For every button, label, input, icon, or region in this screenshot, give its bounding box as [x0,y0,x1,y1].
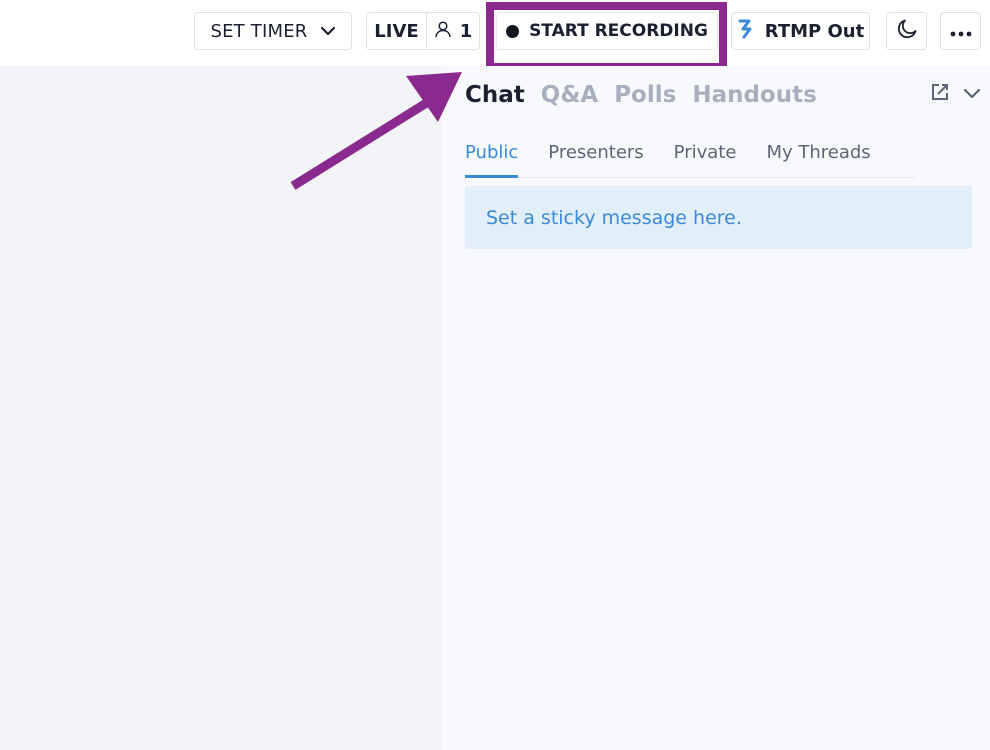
chevron-down-icon[interactable] [962,85,982,104]
panel-controls [930,82,982,106]
chevron-down-icon [320,26,336,36]
tab-chat[interactable]: Chat [465,82,525,108]
live-button[interactable]: LIVE [367,13,427,49]
more-options-button[interactable] [940,12,981,50]
panel-tabs: Chat Q&A Polls Handouts [465,82,817,108]
annotation-highlight-box [486,2,727,71]
viewer-count-button[interactable]: 1 [427,13,479,49]
more-horizontal-icon [950,21,972,42]
moon-icon [896,18,918,45]
set-timer-button[interactable]: SET TIMER [194,12,352,50]
top-toolbar: SET TIMER LIVE 1 START RECORDING RTMP Ou… [0,0,990,71]
chat-subtabs: Public Presenters Private My Threads [465,142,917,178]
subtab-public[interactable]: Public [465,142,519,178]
stage-area [0,66,441,750]
viewer-count: 1 [459,20,473,42]
subtab-private[interactable]: Private [674,142,737,178]
live-status-group: LIVE 1 [366,12,480,50]
user-icon [434,20,452,43]
tab-polls[interactable]: Polls [614,82,676,108]
sticky-message-input[interactable]: Set a sticky message here. [465,186,972,249]
tab-handouts[interactable]: Handouts [692,82,816,108]
external-link-icon[interactable] [930,82,950,106]
rtmp-icon [737,18,755,45]
subtab-presenters[interactable]: Presenters [548,142,643,178]
rtmp-out-label: RTMP Out [764,20,865,42]
theme-toggle-button[interactable] [886,12,927,50]
chat-panel: Chat Q&A Polls Handouts Public Presenter… [441,66,990,750]
set-timer-label: SET TIMER [210,20,308,42]
rtmp-out-button[interactable]: RTMP Out [731,12,870,50]
sticky-message-placeholder: Set a sticky message here. [486,206,742,229]
tab-qa[interactable]: Q&A [541,82,598,108]
subtab-my-threads[interactable]: My Threads [766,142,870,178]
